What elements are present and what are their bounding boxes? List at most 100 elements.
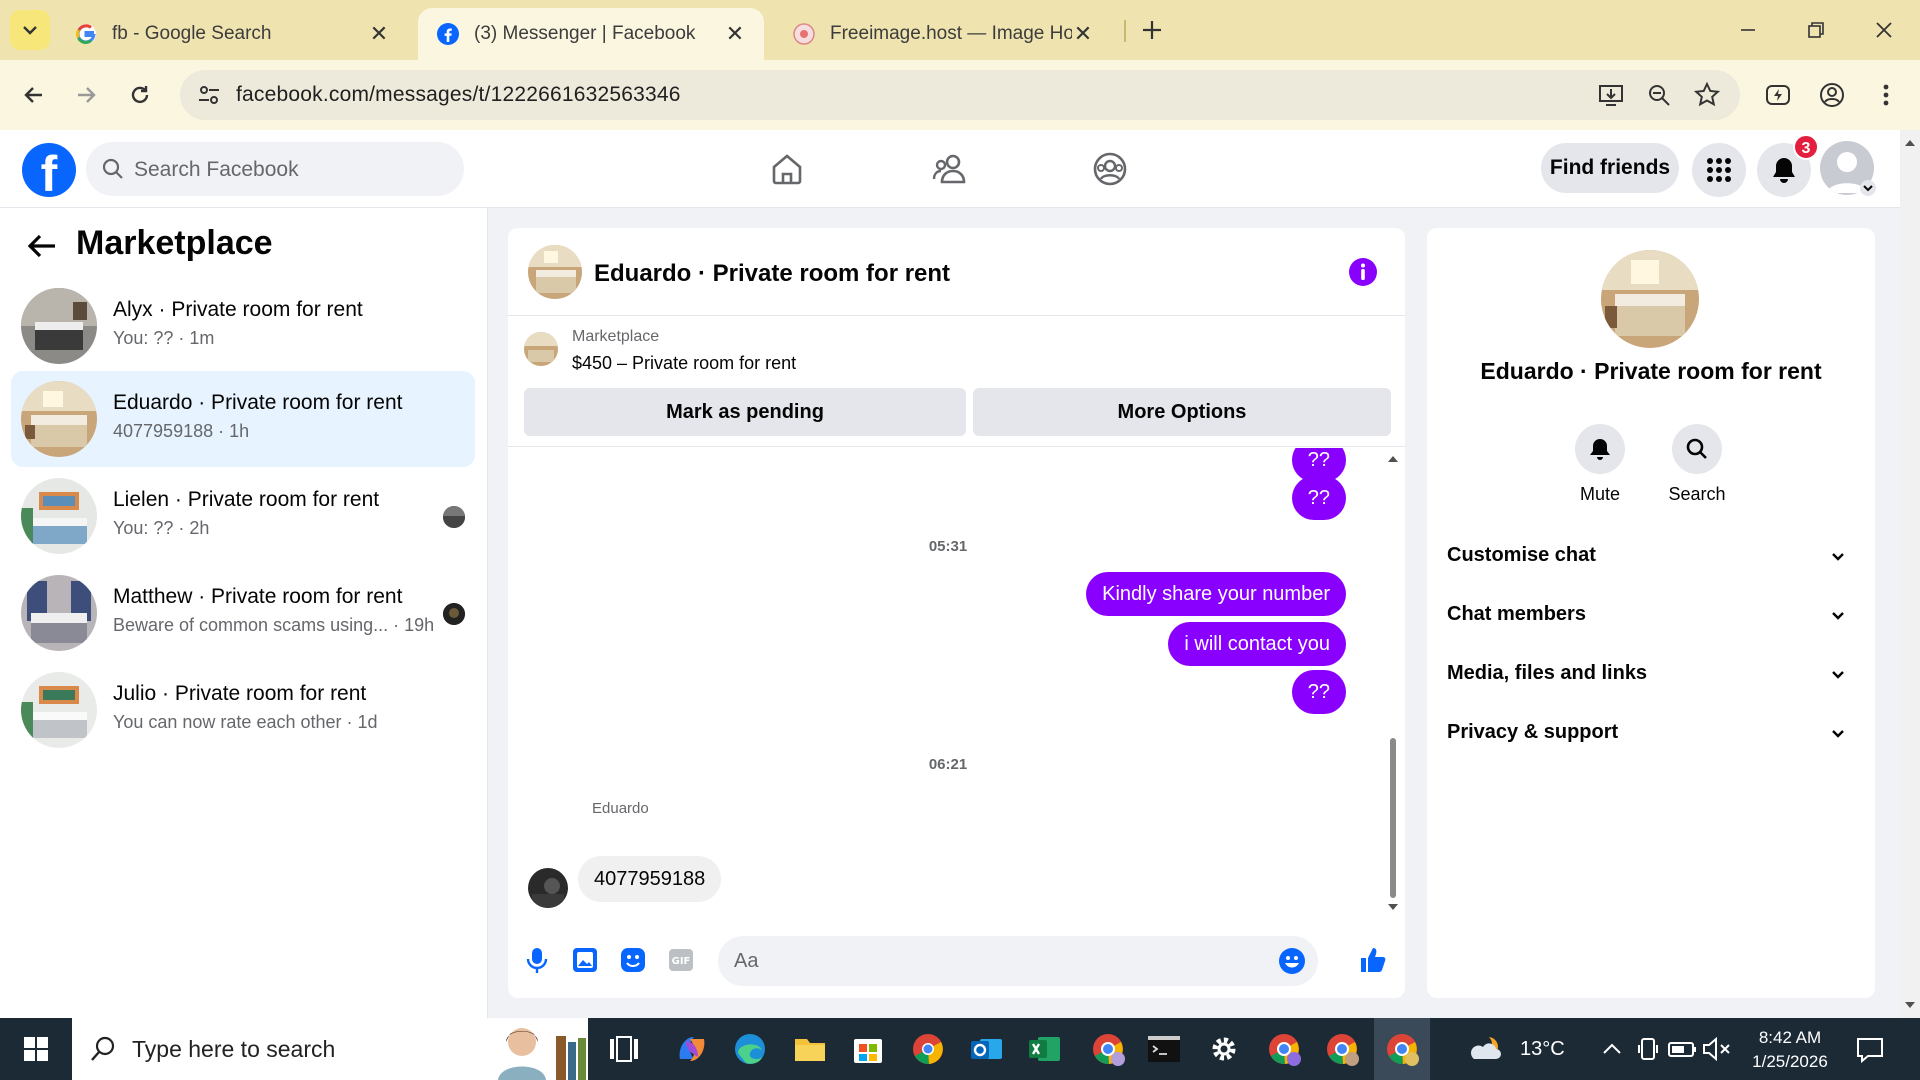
- excel-icon[interactable]: [1026, 1031, 1062, 1067]
- mark-as-pending-button[interactable]: Mark as pending: [524, 388, 966, 436]
- mute-button[interactable]: Mute: [1560, 424, 1640, 505]
- browser-menu-button[interactable]: [1866, 75, 1906, 115]
- site-info-icon[interactable]: [196, 82, 222, 108]
- chevron-up-icon[interactable]: [1594, 1031, 1630, 1067]
- message-bubble-sent[interactable]: ??: [1291, 476, 1346, 520]
- chrome-profile-icon[interactable]: [1266, 1031, 1302, 1067]
- search-in-conversation-button[interactable]: Search: [1657, 424, 1737, 505]
- address-bar[interactable]: facebook.com/messages/t/1222661632563346: [180, 70, 1740, 120]
- profile-button[interactable]: [1812, 75, 1852, 115]
- gif-icon[interactable]: GIF: [666, 945, 696, 975]
- media-files-links-section[interactable]: Media, files and links: [1447, 653, 1857, 693]
- customise-chat-section[interactable]: Customise chat: [1447, 535, 1857, 575]
- chat-header: Eduardo · Private room for rent: [508, 228, 1405, 316]
- minimize-icon: [1741, 29, 1755, 31]
- photo-icon[interactable]: [570, 945, 600, 975]
- nav-home[interactable]: [762, 144, 812, 194]
- extension-button[interactable]: [1758, 75, 1798, 115]
- close-tab-icon[interactable]: ✕: [368, 23, 390, 45]
- sender-avatar[interactable]: [528, 868, 568, 908]
- message-input[interactable]: Aa: [718, 936, 1318, 986]
- tab-title: Freeimage.host — Image Hostin: [830, 23, 1072, 44]
- bookmark-star-icon[interactable]: [1694, 82, 1720, 108]
- restore-button[interactable]: [1794, 10, 1838, 50]
- tab-search-button[interactable]: [10, 10, 50, 50]
- edge-icon[interactable]: [732, 1031, 768, 1067]
- chrome-profile-icon[interactable]: [1324, 1031, 1360, 1067]
- microsoft-store-icon[interactable]: [850, 1031, 886, 1067]
- close-tab-icon[interactable]: ✕: [724, 23, 746, 45]
- message-bubble-sent[interactable]: ??: [1291, 670, 1346, 714]
- sidebar-title: Marketplace: [76, 224, 273, 262]
- reload-button[interactable]: [120, 75, 160, 115]
- sticker-icon[interactable]: [618, 945, 648, 975]
- close-window-button[interactable]: [1862, 10, 1906, 50]
- seen-avatar: [443, 603, 465, 625]
- weather-temperature[interactable]: 13°C: [1520, 1038, 1565, 1061]
- copilot-icon[interactable]: [674, 1031, 710, 1067]
- listing-thumbnail: [524, 332, 558, 366]
- notification-center-icon[interactable]: [1852, 1031, 1888, 1067]
- message-bubble-sent[interactable]: i will contact you: [1168, 622, 1346, 666]
- thumbs-up-icon[interactable]: [1358, 945, 1388, 975]
- page-scrollbar[interactable]: [1900, 130, 1920, 1018]
- conversation-alyx[interactable]: Alyx · Private room for rent You: ?? · 1…: [11, 278, 475, 374]
- conversation-eduardo[interactable]: Eduardo · Private room for rent 40779591…: [11, 371, 475, 467]
- new-tab-button[interactable]: [1136, 14, 1168, 46]
- more-options-button[interactable]: More Options: [973, 388, 1391, 436]
- terminal-icon[interactable]: [1146, 1031, 1182, 1067]
- message-bubble-sent[interactable]: Kindly share your number: [1086, 572, 1346, 616]
- privacy-support-section[interactable]: Privacy & support: [1447, 712, 1857, 752]
- zoom-out-icon[interactable]: [1646, 82, 1672, 108]
- conversation-preview: Beware of common scams using... · 19h: [113, 615, 435, 635]
- conversation-matthew[interactable]: Matthew · Private room for rent Beware o…: [11, 565, 475, 661]
- listing-thumbnail-large[interactable]: [1601, 250, 1699, 348]
- chrome-icon[interactable]: [910, 1031, 946, 1067]
- message-scrollbar[interactable]: [1384, 448, 1402, 918]
- settings-gear-icon[interactable]: [1206, 1031, 1242, 1067]
- info-icon[interactable]: [1348, 257, 1378, 287]
- tab-title: fb - Google Search: [112, 23, 272, 44]
- home-icon: [772, 154, 802, 185]
- weather-icon[interactable]: [1468, 1031, 1504, 1067]
- windows-start-icon[interactable]: [12, 1031, 60, 1067]
- tab-google-search[interactable]: fb - Google Search ✕: [56, 8, 408, 60]
- tab-freeimage[interactable]: Freeimage.host — Image Hostin ✕: [774, 8, 1112, 60]
- outlook-icon[interactable]: [968, 1031, 1004, 1067]
- speaker-muted-icon[interactable]: [1698, 1031, 1734, 1067]
- battery-icon[interactable]: [1664, 1031, 1700, 1067]
- message-bubble-received[interactable]: 4077959188: [578, 856, 722, 902]
- file-explorer-icon[interactable]: [792, 1031, 828, 1067]
- taskbar-search-box[interactable]: Type here to search: [72, 1018, 588, 1080]
- close-tab-icon[interactable]: ✕: [1072, 23, 1094, 45]
- task-view-icon[interactable]: [606, 1031, 642, 1067]
- account-chevron-icon[interactable]: [1860, 180, 1876, 196]
- chrome-profile-icon[interactable]: [1090, 1031, 1126, 1067]
- nav-friends[interactable]: [924, 144, 974, 194]
- device-icon[interactable]: [1630, 1031, 1666, 1067]
- active-app-highlight[interactable]: [1374, 1018, 1430, 1080]
- emoji-icon[interactable]: [1278, 947, 1306, 975]
- back-arrow-icon[interactable]: [24, 228, 60, 264]
- taskbar-clock[interactable]: 8:42 AM 1/25/2026: [1740, 1026, 1840, 1074]
- url-text[interactable]: facebook.com/messages/t/1222661632563346: [236, 83, 681, 107]
- minimize-button[interactable]: [1726, 10, 1770, 50]
- chat-title[interactable]: Eduardo · Private room for rent: [594, 260, 950, 288]
- google-icon: [75, 24, 96, 44]
- facebook-logo[interactable]: f: [22, 143, 76, 197]
- menu-button[interactable]: [1692, 143, 1746, 197]
- conversation-julio[interactable]: Julio · Private room for rent You can no…: [11, 662, 475, 758]
- nav-groups[interactable]: [1085, 144, 1135, 194]
- listing-price-title[interactable]: $450 – Private room for rent: [572, 353, 796, 374]
- conversation-name: Alyx · Private room for rent: [113, 298, 363, 321]
- back-button[interactable]: [14, 75, 54, 115]
- tab-messenger[interactable]: (3) Messenger | Facebook ✕: [418, 8, 764, 60]
- find-friends-button[interactable]: Find friends: [1541, 143, 1679, 193]
- microphone-icon[interactable]: [522, 945, 552, 975]
- install-app-icon[interactable]: [1598, 82, 1624, 108]
- chat-members-section[interactable]: Chat members: [1447, 594, 1857, 634]
- conversation-lielen[interactable]: Lielen · Private room for rent You: ?? ·…: [11, 468, 475, 564]
- facebook-search-input[interactable]: Search Facebook: [86, 142, 464, 196]
- chat-avatar[interactable]: [528, 245, 582, 299]
- forward-button[interactable]: [66, 75, 106, 115]
